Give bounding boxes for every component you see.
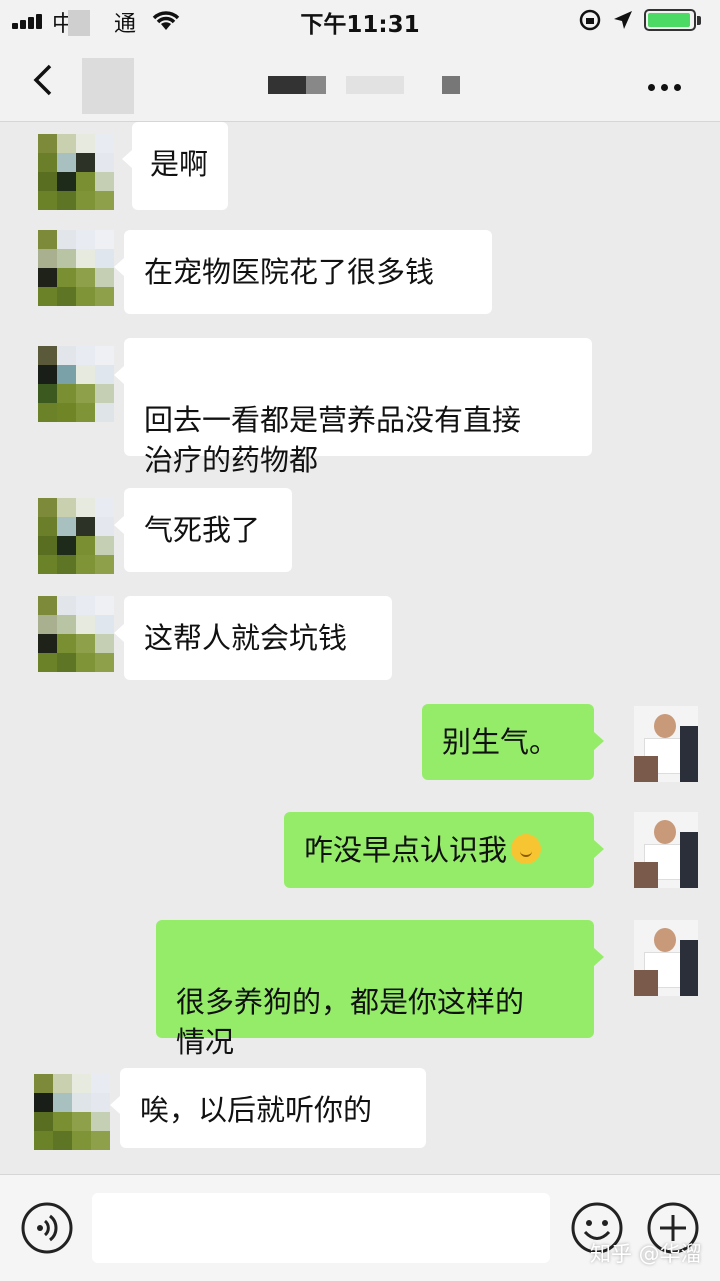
status-bar: 中 通 下午11:31 — [0, 0, 720, 40]
message-text: 是啊 — [150, 147, 209, 181]
watermark: 知乎 @华溜 — [590, 1242, 702, 1266]
my-avatar[interactable] — [634, 812, 698, 888]
contact-avatar[interactable] — [38, 134, 114, 210]
voice-icon[interactable] — [20, 1201, 74, 1255]
contact-avatar[interactable] — [38, 596, 114, 672]
message-text: 咋没早点认识我 — [304, 833, 508, 867]
message-bubble[interactable]: 在宠物医院花了很多钱 — [114, 230, 492, 314]
message-bubble[interactable]: 很多养狗的，都是你这样的 情况 — [156, 920, 604, 1059]
my-avatar[interactable] — [634, 920, 698, 996]
thinking-face-icon — [511, 834, 542, 864]
chevron-left-icon[interactable] — [30, 62, 54, 98]
message-input[interactable] — [92, 1193, 550, 1263]
contact-avatar[interactable] — [38, 346, 114, 422]
message-bubble[interactable]: 气死我了 — [114, 488, 292, 572]
message-bubble[interactable]: 别生气。 — [422, 704, 604, 780]
chat-title-blur — [442, 76, 460, 94]
message-text: 别生气。 — [442, 725, 559, 759]
message-bubble[interactable]: 咋没早点认识我 — [284, 812, 604, 888]
message-bubble[interactable]: 这帮人就会坑钱 — [114, 596, 392, 680]
contact-avatar[interactable] — [34, 1074, 110, 1150]
battery-icon — [644, 9, 696, 31]
chat-area[interactable]: 是啊 在宠物医院花了很多钱 回去一看都是营养品没有直接 治疗的药物都 气死我了 — [0, 122, 720, 1174]
chat-title-blur — [346, 76, 404, 94]
message-text: 很多养狗的，都是你这样的 情况 — [176, 985, 525, 1059]
chat-title-blur — [306, 76, 326, 94]
message-text: 回去一看都是营养品没有直接 治疗的药物都 — [144, 403, 522, 477]
location-icon — [614, 11, 632, 29]
unread-count-blur — [82, 58, 134, 114]
battery-tip — [697, 16, 701, 25]
message-text: 唉，以后就听你的 — [140, 1093, 373, 1127]
message-text: 在宠物医院花了很多钱 — [144, 255, 435, 289]
rotation-lock-icon — [579, 9, 601, 31]
message-text: 气死我了 — [144, 513, 261, 547]
message-bubble[interactable]: 是啊 — [122, 122, 228, 210]
chat-title-blur — [268, 76, 306, 94]
message-bubble[interactable]: 回去一看都是营养品没有直接 治疗的药物都 — [114, 338, 592, 477]
my-avatar[interactable] — [634, 706, 698, 782]
contact-avatar[interactable] — [38, 230, 114, 306]
message-bubble[interactable]: 唉，以后就听你的 — [110, 1068, 426, 1148]
contact-avatar[interactable] — [38, 498, 114, 574]
nav-bar — [0, 40, 720, 122]
message-text: 这帮人就会坑钱 — [144, 621, 348, 655]
more-dots-icon[interactable] — [648, 76, 687, 95]
